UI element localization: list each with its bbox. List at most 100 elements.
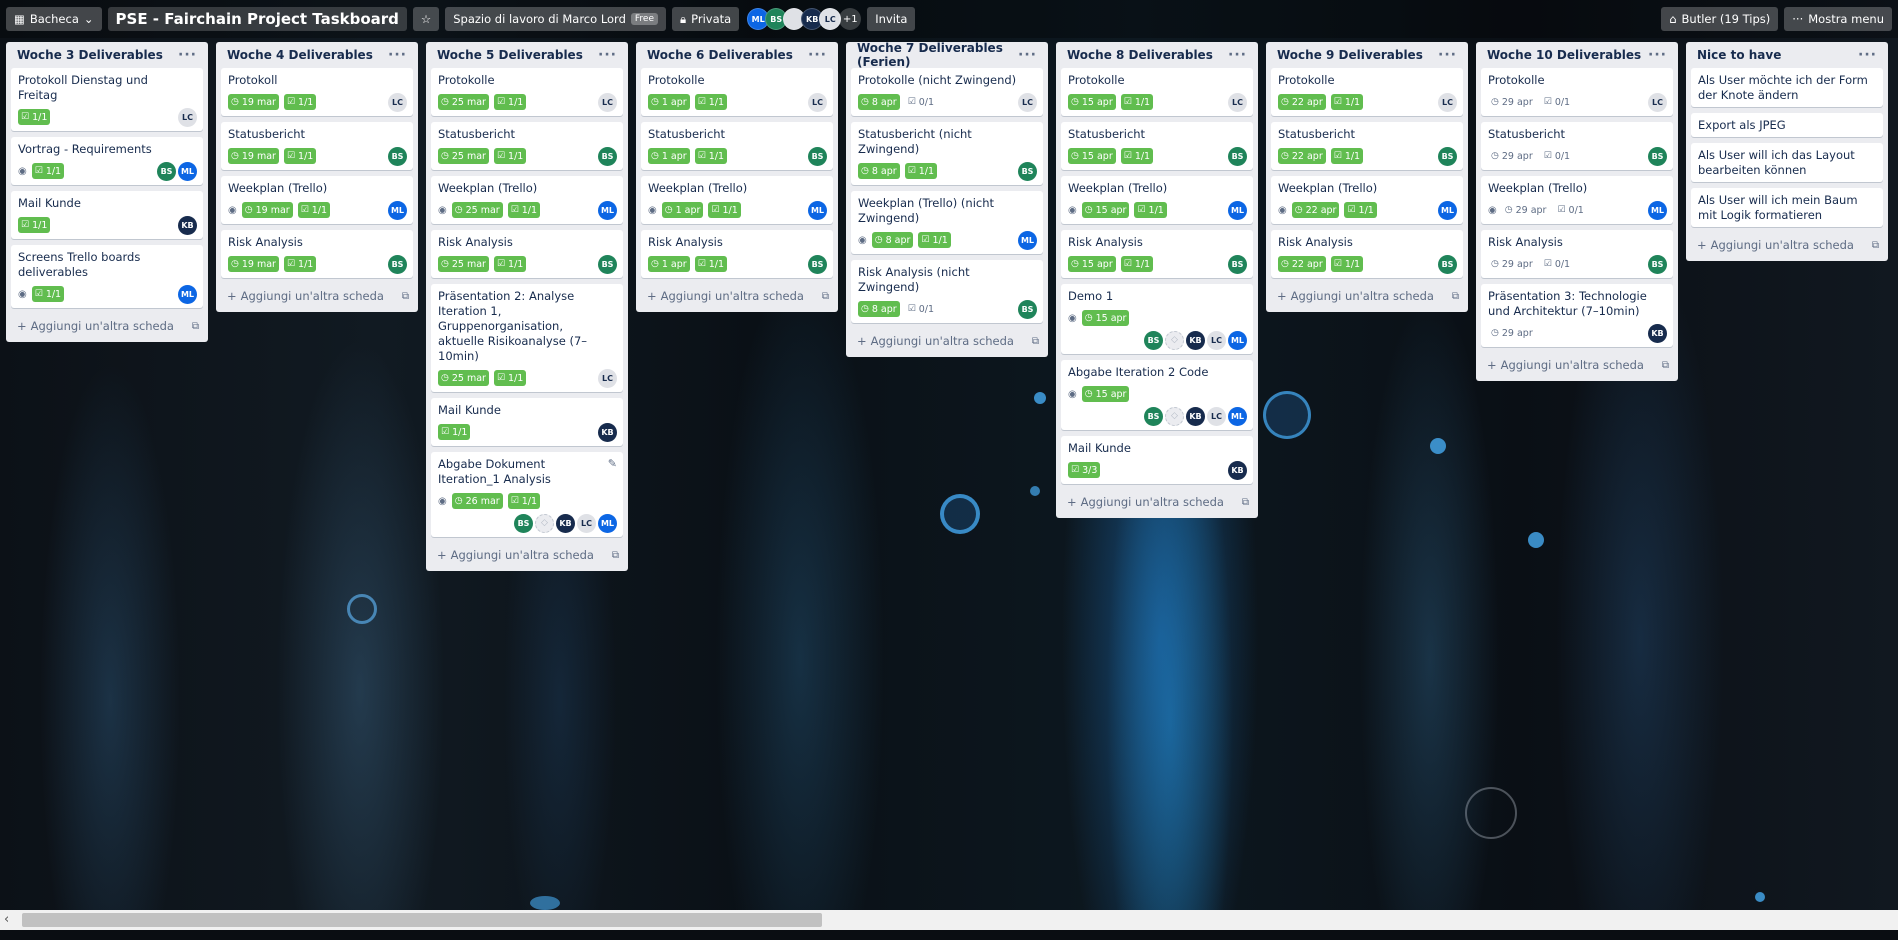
member-avatar[interactable]: LC bbox=[1648, 92, 1667, 112]
list-header[interactable]: Woche 4 Deliverables ··· bbox=[221, 42, 413, 68]
card-template-icon[interactable]: ⧉ bbox=[1242, 497, 1249, 508]
scroll-left-arrow-icon[interactable]: ‹ bbox=[4, 912, 9, 927]
workspace-button[interactable]: Spazio di lavoro di Marco Lord Free bbox=[445, 7, 666, 31]
add-card-button[interactable]: + Aggiungi un'altra scheda ⧉ bbox=[1691, 233, 1883, 257]
due-date-badge[interactable]: ◷ 15 apr bbox=[1068, 94, 1116, 110]
due-date-badge[interactable]: ◷ 29 apr bbox=[1488, 148, 1536, 164]
member-avatar[interactable]: KB bbox=[1228, 460, 1247, 480]
card[interactable]: Statusbericht ◷ 15 apr ☑ 1/1 BS bbox=[1061, 122, 1253, 170]
board-title[interactable]: PSE - Fairchain Project Taskboard bbox=[107, 7, 407, 31]
due-date-badge[interactable]: ◷ 1 apr bbox=[661, 202, 704, 218]
card[interactable]: Weekplan (Trello) ◉ ◷ 19 mar ☑ 1/1 ML bbox=[221, 176, 413, 224]
due-date-badge[interactable]: ◷ 25 mar bbox=[451, 202, 503, 218]
member-avatar[interactable]: ML bbox=[598, 513, 617, 533]
member-avatar[interactable]: BS bbox=[388, 254, 407, 274]
list-menu-icon[interactable]: ··· bbox=[1858, 47, 1877, 63]
card[interactable]: Screens Trello boards deliverables ◉ ☑ 1/1 M… bbox=[11, 245, 203, 308]
card[interactable]: Demo 1 ◉ ◷ 15 apr BS ◇ KB LC ML bbox=[1061, 284, 1253, 354]
card-template-icon[interactable]: ⧉ bbox=[1452, 291, 1459, 302]
list-menu-icon[interactable]: ··· bbox=[388, 47, 407, 63]
card[interactable]: Als User will ich mein Baum mit Logik fo… bbox=[1691, 188, 1883, 227]
due-date-badge[interactable]: ◷ 15 apr bbox=[1081, 310, 1130, 326]
due-date-badge[interactable]: ◷ 19 mar bbox=[241, 202, 293, 218]
card[interactable]: Mail Kunde ☑ 1/1 KB bbox=[431, 398, 623, 446]
member-avatar[interactable]: LC bbox=[808, 92, 827, 112]
member-avatar[interactable]: LC bbox=[1438, 92, 1457, 112]
due-date-badge[interactable]: ◷ 29 apr bbox=[1488, 325, 1536, 341]
member-avatar[interactable]: LC bbox=[1228, 92, 1247, 112]
member-avatar[interactable]: BS bbox=[808, 254, 827, 274]
placeholder-member-avatar[interactable]: ◇ bbox=[1165, 330, 1184, 350]
member-avatar[interactable]: LC bbox=[598, 92, 617, 112]
member-avatar[interactable]: ML bbox=[808, 200, 827, 220]
card[interactable]: Statusbericht ◷ 25 mar ☑ 1/1 BS bbox=[431, 122, 623, 170]
due-date-badge[interactable]: ◷ 8 apr bbox=[858, 163, 900, 179]
due-date-badge[interactable]: ◷ 1 apr bbox=[648, 256, 690, 272]
card[interactable]: Protokolle ◷ 22 apr ☑ 1/1 LC bbox=[1271, 68, 1463, 116]
card[interactable]: Statusbericht (nicht Zwingend) ◷ 8 apr ☑ 1/1… bbox=[851, 122, 1043, 185]
card[interactable]: Protokoll Dienstag und Freitag ☑ 1/1 LC bbox=[11, 68, 203, 131]
due-date-badge[interactable]: ◷ 29 apr bbox=[1502, 202, 1550, 218]
extra-members-count[interactable]: +1 bbox=[839, 8, 862, 30]
member-avatar[interactable]: ML bbox=[598, 200, 617, 220]
member-avatar[interactable]: LC bbox=[1018, 92, 1037, 112]
card[interactable]: Risk Analysis ◷ 15 apr ☑ 1/1 BS bbox=[1061, 230, 1253, 278]
star-button[interactable]: ☆ bbox=[412, 7, 440, 31]
add-card-button[interactable]: + Aggiungi un'altra scheda ⧉ bbox=[1271, 284, 1463, 308]
card[interactable]: Weekplan (Trello) ◉ ◷ 25 mar ☑ 1/1 ML bbox=[431, 176, 623, 224]
visibility-button[interactable]: 🔒︎ Privata bbox=[672, 7, 740, 31]
due-date-badge[interactable]: ◷ 25 mar bbox=[438, 370, 489, 386]
card[interactable]: Mail Kunde ☑ 1/1 KB bbox=[11, 191, 203, 239]
due-date-badge[interactable]: ◷ 8 apr bbox=[871, 232, 914, 248]
add-card-button[interactable]: + Aggiungi un'altra scheda ⧉ bbox=[851, 329, 1043, 353]
list-menu-icon[interactable]: ··· bbox=[1648, 47, 1667, 63]
member-avatar[interactable]: BS bbox=[157, 161, 176, 181]
list-header[interactable]: Woche 6 Deliverables ··· bbox=[641, 42, 833, 68]
list-title[interactable]: Nice to have bbox=[1697, 48, 1781, 62]
due-date-badge[interactable]: ◷ 25 mar bbox=[438, 148, 489, 164]
member-avatar[interactable]: KB bbox=[1186, 406, 1205, 426]
due-date-badge[interactable]: ◷ 29 apr bbox=[1488, 256, 1536, 272]
list-header[interactable]: Woche 9 Deliverables ··· bbox=[1271, 42, 1463, 68]
add-card-button[interactable]: + Aggiungi un'altra scheda ⧉ bbox=[11, 314, 203, 338]
scrollbar-thumb[interactable] bbox=[22, 913, 822, 927]
member-avatar[interactable]: LC bbox=[598, 368, 617, 388]
member-avatar[interactable]: ML bbox=[1228, 406, 1247, 426]
card[interactable]: Statusbericht ◷ 22 apr ☑ 1/1 BS bbox=[1271, 122, 1463, 170]
card[interactable]: Weekplan (Trello) ◉ ◷ 15 apr ☑ 1/1 ML bbox=[1061, 176, 1253, 224]
card-template-icon[interactable]: ⧉ bbox=[402, 291, 409, 302]
invite-button[interactable]: Invita bbox=[867, 7, 916, 31]
due-date-badge[interactable]: ◷ 19 mar bbox=[228, 148, 279, 164]
member-avatar[interactable]: BS bbox=[1438, 146, 1457, 166]
card[interactable]: Protokolle ◷ 29 apr ☑ 0/1 LC bbox=[1481, 68, 1673, 116]
member-avatar[interactable]: BS bbox=[1648, 254, 1667, 274]
card[interactable]: Weekplan (Trello) ◉ ◷ 22 apr ☑ 1/1 ML bbox=[1271, 176, 1463, 224]
card[interactable]: Risk Analysis (nicht Zwingend) ◷ 8 apr ☑ 0/1… bbox=[851, 260, 1043, 323]
member-avatar[interactable]: BS bbox=[388, 146, 407, 166]
card-template-icon[interactable]: ⧉ bbox=[1032, 336, 1039, 347]
card[interactable]: Export als JPEG bbox=[1691, 113, 1883, 137]
member-avatar[interactable]: BS bbox=[1018, 299, 1037, 319]
due-date-badge[interactable]: ◷ 25 mar bbox=[438, 94, 489, 110]
card[interactable]: Protokoll ◷ 19 mar ☑ 1/1 LC bbox=[221, 68, 413, 116]
card[interactable]: Abgabe Dokument Iteration_1 Analysis ✎ ◉ ◷ 2… bbox=[431, 452, 623, 537]
due-date-badge[interactable]: ◷ 15 apr bbox=[1068, 148, 1116, 164]
card[interactable]: Mail Kunde ☑ 3/3 KB bbox=[1061, 436, 1253, 484]
list-title[interactable]: Woche 4 Deliverables bbox=[227, 48, 373, 62]
board-switcher-button[interactable]: ▦ Bacheca ⌄ bbox=[6, 7, 102, 31]
member-avatar[interactable]: BS bbox=[1228, 146, 1247, 166]
card-template-icon[interactable]: ⧉ bbox=[822, 291, 829, 302]
due-date-badge[interactable]: ◷ 22 apr bbox=[1278, 256, 1326, 272]
due-date-badge[interactable]: ◷ 19 mar bbox=[228, 256, 279, 272]
list-menu-icon[interactable]: ··· bbox=[808, 47, 827, 63]
due-date-badge[interactable]: ◷ 19 mar bbox=[228, 94, 279, 110]
butler-button[interactable]: ⌂ Butler (19 Tips) bbox=[1661, 7, 1779, 31]
due-date-badge[interactable]: ◷ 1 apr bbox=[648, 148, 690, 164]
member-avatar[interactable]: LC bbox=[1207, 330, 1226, 350]
due-date-badge[interactable]: ◷ 15 apr bbox=[1081, 202, 1130, 218]
member-avatar[interactable]: ML bbox=[1228, 200, 1247, 220]
member-avatar[interactable]: BS bbox=[1144, 406, 1163, 426]
member-avatar[interactable]: ML bbox=[178, 161, 197, 181]
list-title[interactable]: Woche 10 Deliverables bbox=[1487, 48, 1641, 62]
card[interactable]: Risk Analysis ◷ 19 mar ☑ 1/1 BS bbox=[221, 230, 413, 278]
